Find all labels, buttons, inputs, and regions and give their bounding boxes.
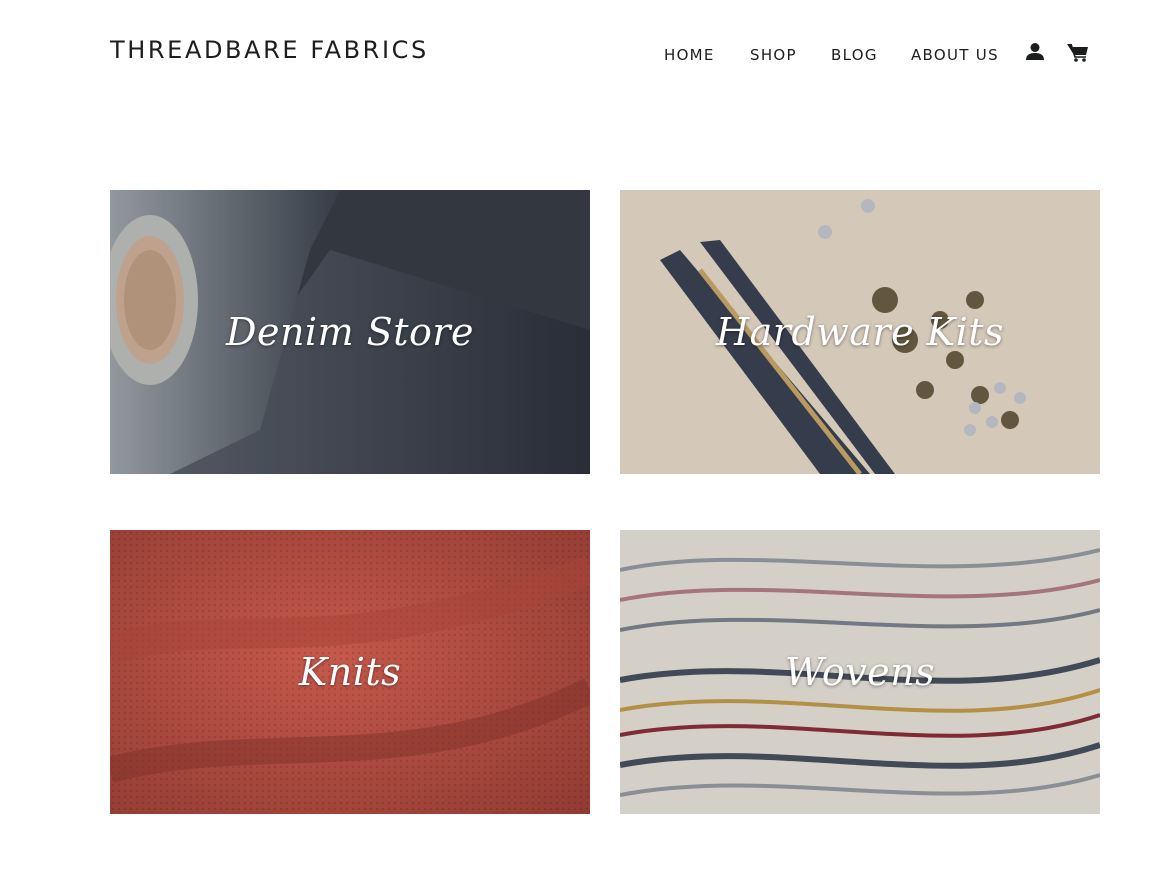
collection-title: Denim Store: [225, 310, 475, 354]
collection-tile-wovens[interactable]: Wovens: [620, 530, 1100, 814]
collection-tile-knits[interactable]: Knits: [110, 530, 590, 814]
nav-blog[interactable]: BLOG: [831, 46, 878, 64]
collection-title: Knits: [298, 650, 402, 694]
cart-icon[interactable]: [1066, 40, 1090, 64]
site-header: THREADBARE FABRICS HOME SHOP BLOG ABOUT …: [0, 0, 1171, 110]
nav-shop[interactable]: SHOP: [750, 46, 797, 64]
account-icon[interactable]: [1023, 40, 1047, 64]
collection-title: Wovens: [784, 650, 936, 694]
nav-about-us[interactable]: ABOUT US: [911, 46, 999, 64]
collection-title: Hardware Kits: [715, 310, 1004, 354]
nav-home[interactable]: HOME: [664, 46, 715, 64]
collection-tile-hardware-kits[interactable]: Hardware Kits: [620, 190, 1100, 474]
main-nav: HOME SHOP BLOG ABOUT US: [0, 46, 1171, 66]
collection-tile-denim-store[interactable]: Denim Store: [110, 190, 590, 474]
